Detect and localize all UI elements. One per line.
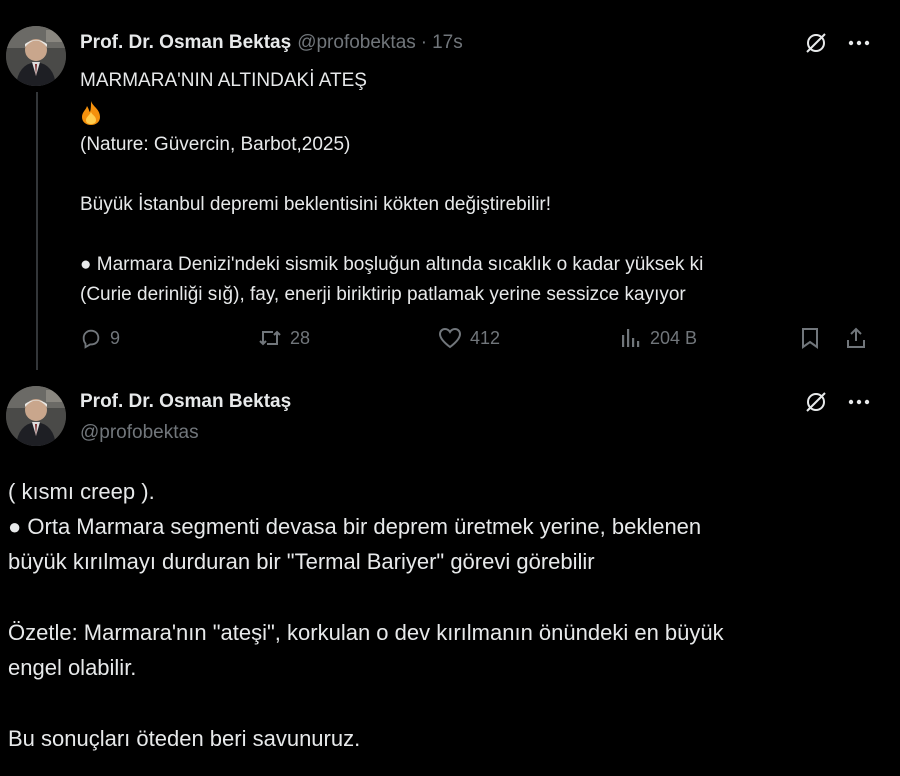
tweet-text: MARMARA'NIN ALTINDAKİ ATEŞ (Nature: Güve… (80, 66, 880, 310)
fire-icon (82, 101, 100, 125)
avatar[interactable] (6, 26, 66, 86)
views-icon (622, 329, 640, 347)
repost-icon (259, 330, 281, 346)
bookmark-button[interactable] (800, 327, 820, 349)
tweet-header: Prof. Dr. Osman Bektaş @profobektas · 17… (80, 30, 463, 56)
grok-icon[interactable] (804, 390, 828, 414)
share-button[interactable] (845, 327, 867, 349)
bookmark-icon (802, 328, 818, 349)
grok-icon[interactable] (804, 31, 828, 55)
tweet-text-line: (Nature: Güvercin, Barbot,2025) (80, 134, 351, 155)
tweet-text-line: ● Marmara Denizi'ndeki sismik boşluğun a… (80, 254, 704, 275)
tweet-text-line: Özetle: Marmara'nın "ateşi", korkulan o … (8, 620, 724, 645)
repost-button[interactable]: 28 (258, 327, 310, 349)
share-icon (847, 327, 865, 348)
tweet-text-line: Bu sonuçları öteden beri savunuruz. (8, 726, 361, 751)
author-handle[interactable]: @profobektas (297, 32, 416, 54)
more-icon[interactable] (848, 399, 870, 405)
fire-emoji (80, 96, 880, 130)
views-count: 204 B (650, 327, 698, 348)
tweet-text-line: Büyük İstanbul depremi beklentisini kökt… (80, 194, 552, 215)
tweet-text-line: (Curie derinliği sığ), fay, enerji birik… (80, 284, 686, 305)
author-handle[interactable]: @profobektas (80, 419, 199, 447)
heart-icon (438, 327, 462, 349)
author-name[interactable]: Prof. Dr. Osman Bektaş (80, 388, 291, 416)
views-button[interactable]: 204 B (620, 327, 697, 349)
tweet-text-line: ● Orta Marmara segmenti devasa bir depre… (8, 514, 702, 539)
separator-dot: · (420, 32, 428, 53)
timestamp[interactable]: 17s (432, 32, 463, 54)
tweet-text: ( kısmı creep ). ● Orta Marmara segmenti… (8, 474, 888, 756)
more-icon[interactable] (848, 40, 870, 46)
reply-button[interactable]: 9 (80, 327, 120, 349)
tweet-actions-bar: 9 28 412 204 B (80, 323, 870, 353)
author-name[interactable]: Prof. Dr. Osman Bektaş (80, 32, 291, 54)
like-button[interactable]: 412 (438, 327, 500, 349)
tweet-top-actions (804, 390, 870, 414)
tweet-text-line: engel olabilir. (8, 655, 137, 680)
tweet-text-line: büyük kırılmayı durduran bir "Termal Bar… (8, 549, 595, 574)
thread-connector-line (36, 92, 38, 370)
like-count: 412 (470, 327, 501, 348)
tweet-main: Prof. Dr. Osman Bektaş @profobektas · 17… (0, 0, 900, 372)
avatar[interactable] (6, 386, 66, 446)
tweet-text-line: MARMARA'NIN ALTINDAKİ ATEŞ (80, 70, 367, 91)
reply-icon (82, 329, 100, 349)
repost-count: 28 (290, 327, 311, 348)
tweet-text-line: ( kısmı creep ). (8, 479, 155, 504)
tweet-top-actions (804, 31, 870, 55)
reply-count: 9 (110, 327, 121, 348)
